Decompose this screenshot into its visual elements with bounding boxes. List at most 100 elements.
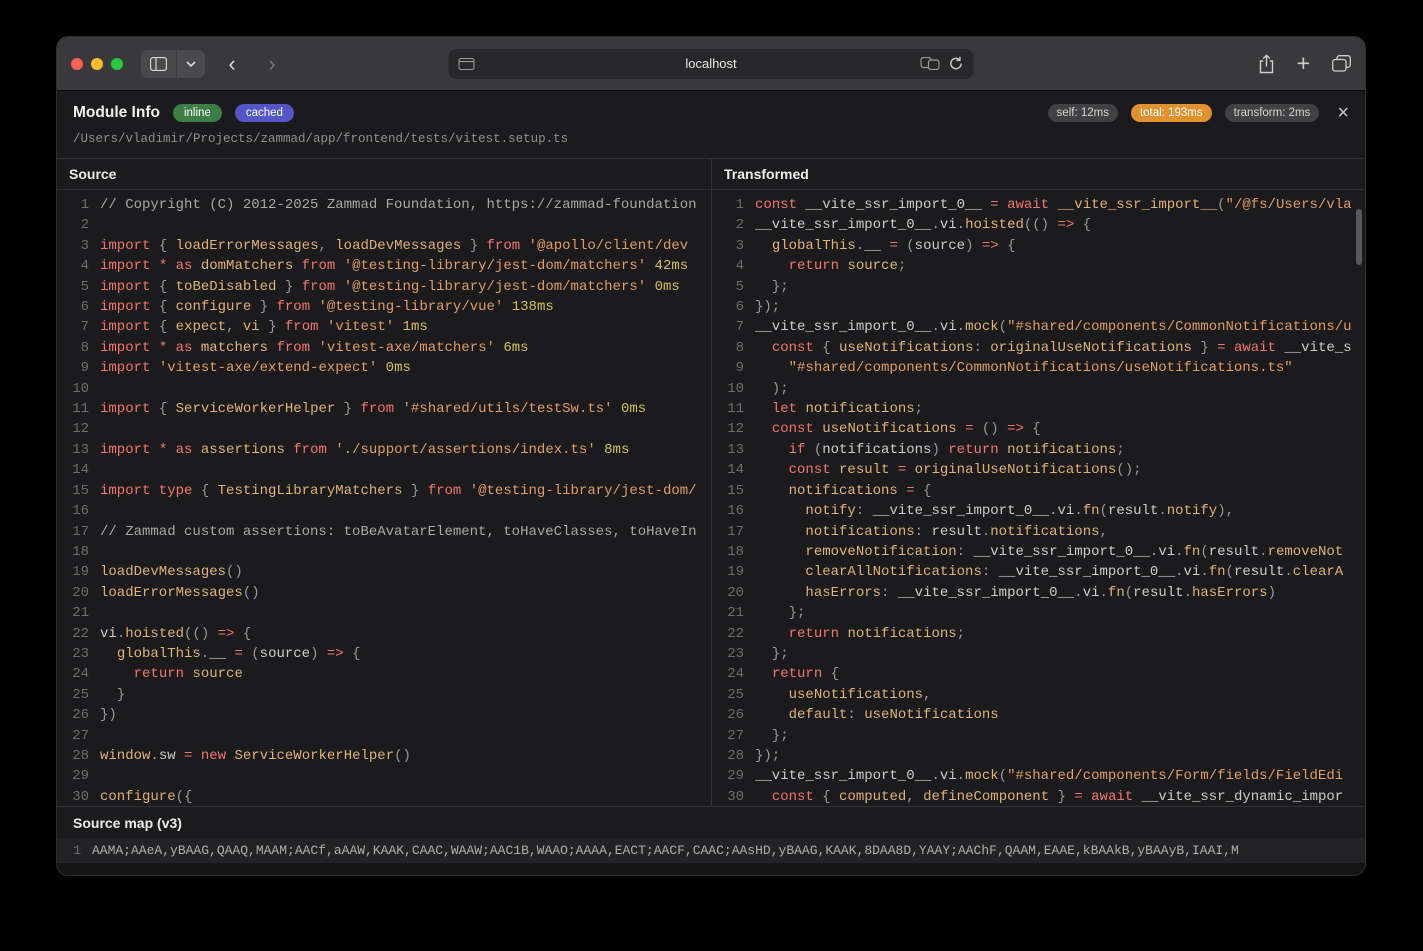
code-line: 5 };: [720, 277, 1365, 297]
module-file-path: /Users/vladimir/Projects/zammad/app/fron…: [73, 132, 1349, 146]
site-icon: [459, 58, 475, 70]
cached-badge: cached: [235, 104, 294, 122]
code-line: 11 let notifications;: [720, 399, 1365, 419]
code-line: 30configure({: [65, 787, 711, 806]
back-button[interactable]: ‹: [219, 50, 245, 78]
code-line: 16: [65, 501, 711, 521]
sourcemap-title: Source map (v3): [57, 807, 1365, 838]
url-text: localhost: [449, 56, 974, 71]
forward-button[interactable]: ›: [259, 50, 285, 78]
timing-badges: self: 12ms total: 193ms transform: 2ms: [1048, 104, 1320, 122]
panel-headers: Source Transformed: [57, 158, 1365, 190]
code-line: 15import type { TestingLibraryMatchers }…: [65, 481, 711, 501]
source-panel-title: Source: [57, 159, 711, 189]
code-line: 26 default: useNotifications: [720, 705, 1365, 725]
sourcemap-line[interactable]: 1 AAMA;AAeA,yBAAG,QAAQ,MAAM;AACf,aAAW,KA…: [57, 838, 1365, 863]
code-line: 14: [65, 460, 711, 480]
page-title: Module Info: [73, 104, 160, 122]
zoom-window-button[interactable]: [111, 58, 123, 70]
code-line: 26}): [65, 705, 711, 725]
code-line: 9import 'vitest-axe/extend-expect' 0ms: [65, 358, 711, 378]
code-line: 6});: [720, 297, 1365, 317]
code-panels: 1// Copyright (C) 2012-2025 Zammad Found…: [57, 190, 1365, 806]
code-line: 4import * as domMatchers from '@testing-…: [65, 256, 711, 276]
scrollbar-thumb[interactable]: [1356, 209, 1362, 265]
sidebar-toggle-button[interactable]: [141, 50, 205, 78]
code-line: 17 notifications: result.notifications,: [720, 522, 1365, 542]
code-line: 1// Copyright (C) 2012-2025 Zammad Found…: [65, 195, 711, 215]
browser-window: ‹ › localhost +: [57, 37, 1365, 875]
total-time-badge: total: 193ms: [1131, 104, 1212, 122]
code-line: 9 "#shared/components/CommonNotification…: [720, 358, 1365, 378]
code-line: 13 if (notifications) return notificatio…: [720, 440, 1365, 460]
tab-overview-button[interactable]: [1332, 55, 1351, 72]
transformed-code[interactable]: 1const __vite_ssr_import_0__ = await __v…: [711, 190, 1365, 806]
refresh-button[interactable]: [949, 56, 964, 71]
code-line: 1const __vite_ssr_import_0__ = await __v…: [720, 195, 1365, 215]
code-line: 27: [65, 726, 711, 746]
transform-time-badge: transform: 2ms: [1225, 104, 1320, 122]
new-tab-button[interactable]: +: [1297, 52, 1310, 75]
code-line: 3 globalThis.__ = (source) => {: [720, 236, 1365, 256]
translate-icon[interactable]: [921, 57, 940, 70]
code-line: 8import * as matchers from 'vitest-axe/m…: [65, 338, 711, 358]
horizontal-scroll-track[interactable]: [57, 863, 1365, 875]
code-line: 11import { ServiceWorkerHelper } from '#…: [65, 399, 711, 419]
minimize-window-button[interactable]: [91, 58, 103, 70]
code-line: 2: [65, 215, 711, 235]
code-line: 27 };: [720, 726, 1365, 746]
code-line: 18: [65, 542, 711, 562]
code-line: 23 globalThis.__ = (source) => {: [65, 644, 711, 664]
code-line: 7__vite_ssr_import_0__.vi.mock("#shared/…: [720, 317, 1365, 337]
code-line: 13import * as assertions from './support…: [65, 440, 711, 460]
code-line: 12: [65, 419, 711, 439]
transformed-panel-title: Transformed: [711, 159, 1365, 189]
code-line: 28});: [720, 746, 1365, 766]
code-line: 3import { loadErrorMessages, loadDevMess…: [65, 236, 711, 256]
code-line: 7import { expect, vi } from 'vitest' 1ms: [65, 317, 711, 337]
code-line: 28window.sw = new ServiceWorkerHelper(): [65, 746, 711, 766]
code-line: 15 notifications = {: [720, 481, 1365, 501]
code-line: 12 const useNotifications = () => {: [720, 419, 1365, 439]
sourcemap-mappings: AAMA;AAeA,yBAAG,QAAQ,MAAM;AACf,aAAW,KAAK…: [92, 841, 1239, 860]
address-bar[interactable]: localhost: [449, 49, 974, 79]
code-line: 21: [65, 603, 711, 623]
code-line: 20 hasErrors: __vite_ssr_import_0__.vi.f…: [720, 583, 1365, 603]
sourcemap-section: Source map (v3) 1 AAMA;AAeA,yBAAG,QAAQ,M…: [57, 806, 1365, 875]
code-line: 5import { toBeDisabled } from '@testing-…: [65, 277, 711, 297]
code-line: 2__vite_ssr_import_0__.vi.hoisted(() => …: [720, 215, 1365, 235]
self-time-badge: self: 12ms: [1048, 104, 1118, 122]
code-line: 22vi.hoisted(() => {: [65, 624, 711, 644]
code-line: 4 return source;: [720, 256, 1365, 276]
close-window-button[interactable]: [71, 58, 83, 70]
code-line: 29: [65, 766, 711, 786]
code-line: 19 clearAllNotifications: __vite_ssr_imp…: [720, 562, 1365, 582]
code-line: 16 notify: __vite_ssr_import_0__.vi.fn(r…: [720, 501, 1365, 521]
code-line: 20loadErrorMessages(): [65, 583, 711, 603]
module-inspector-page: Module Info inline cached self: 12ms tot…: [57, 91, 1365, 875]
share-button[interactable]: [1258, 54, 1275, 74]
traffic-lights: [71, 58, 123, 70]
code-line: 29__vite_ssr_import_0__.vi.mock("#shared…: [720, 766, 1365, 786]
sourcemap-line-number: 1: [57, 841, 81, 860]
browser-toolbar: ‹ › localhost +: [57, 37, 1365, 91]
code-line: 6import { configure } from '@testing-lib…: [65, 297, 711, 317]
source-code[interactable]: 1// Copyright (C) 2012-2025 Zammad Found…: [57, 190, 711, 806]
code-line: 30 const { computed, defineComponent } =…: [720, 787, 1365, 806]
code-line: 25 }: [65, 685, 711, 705]
chevron-down-icon[interactable]: [176, 50, 205, 78]
code-line: 21 };: [720, 603, 1365, 623]
code-line: 19loadDevMessages(): [65, 562, 711, 582]
sidebar-icon: [141, 50, 176, 78]
code-line: 10 );: [720, 379, 1365, 399]
code-line: 24 return {: [720, 664, 1365, 684]
code-line: 24 return source: [65, 664, 711, 684]
toolbar-right-cluster: +: [1258, 52, 1351, 75]
module-header: Module Info inline cached self: 12ms tot…: [57, 91, 1365, 158]
code-line: 22 return notifications;: [720, 624, 1365, 644]
inline-badge: inline: [173, 104, 222, 122]
code-line: 23 };: [720, 644, 1365, 664]
code-line: 10: [65, 379, 711, 399]
close-icon[interactable]: ×: [1337, 103, 1349, 123]
nav-cluster: ‹ ›: [141, 50, 285, 78]
